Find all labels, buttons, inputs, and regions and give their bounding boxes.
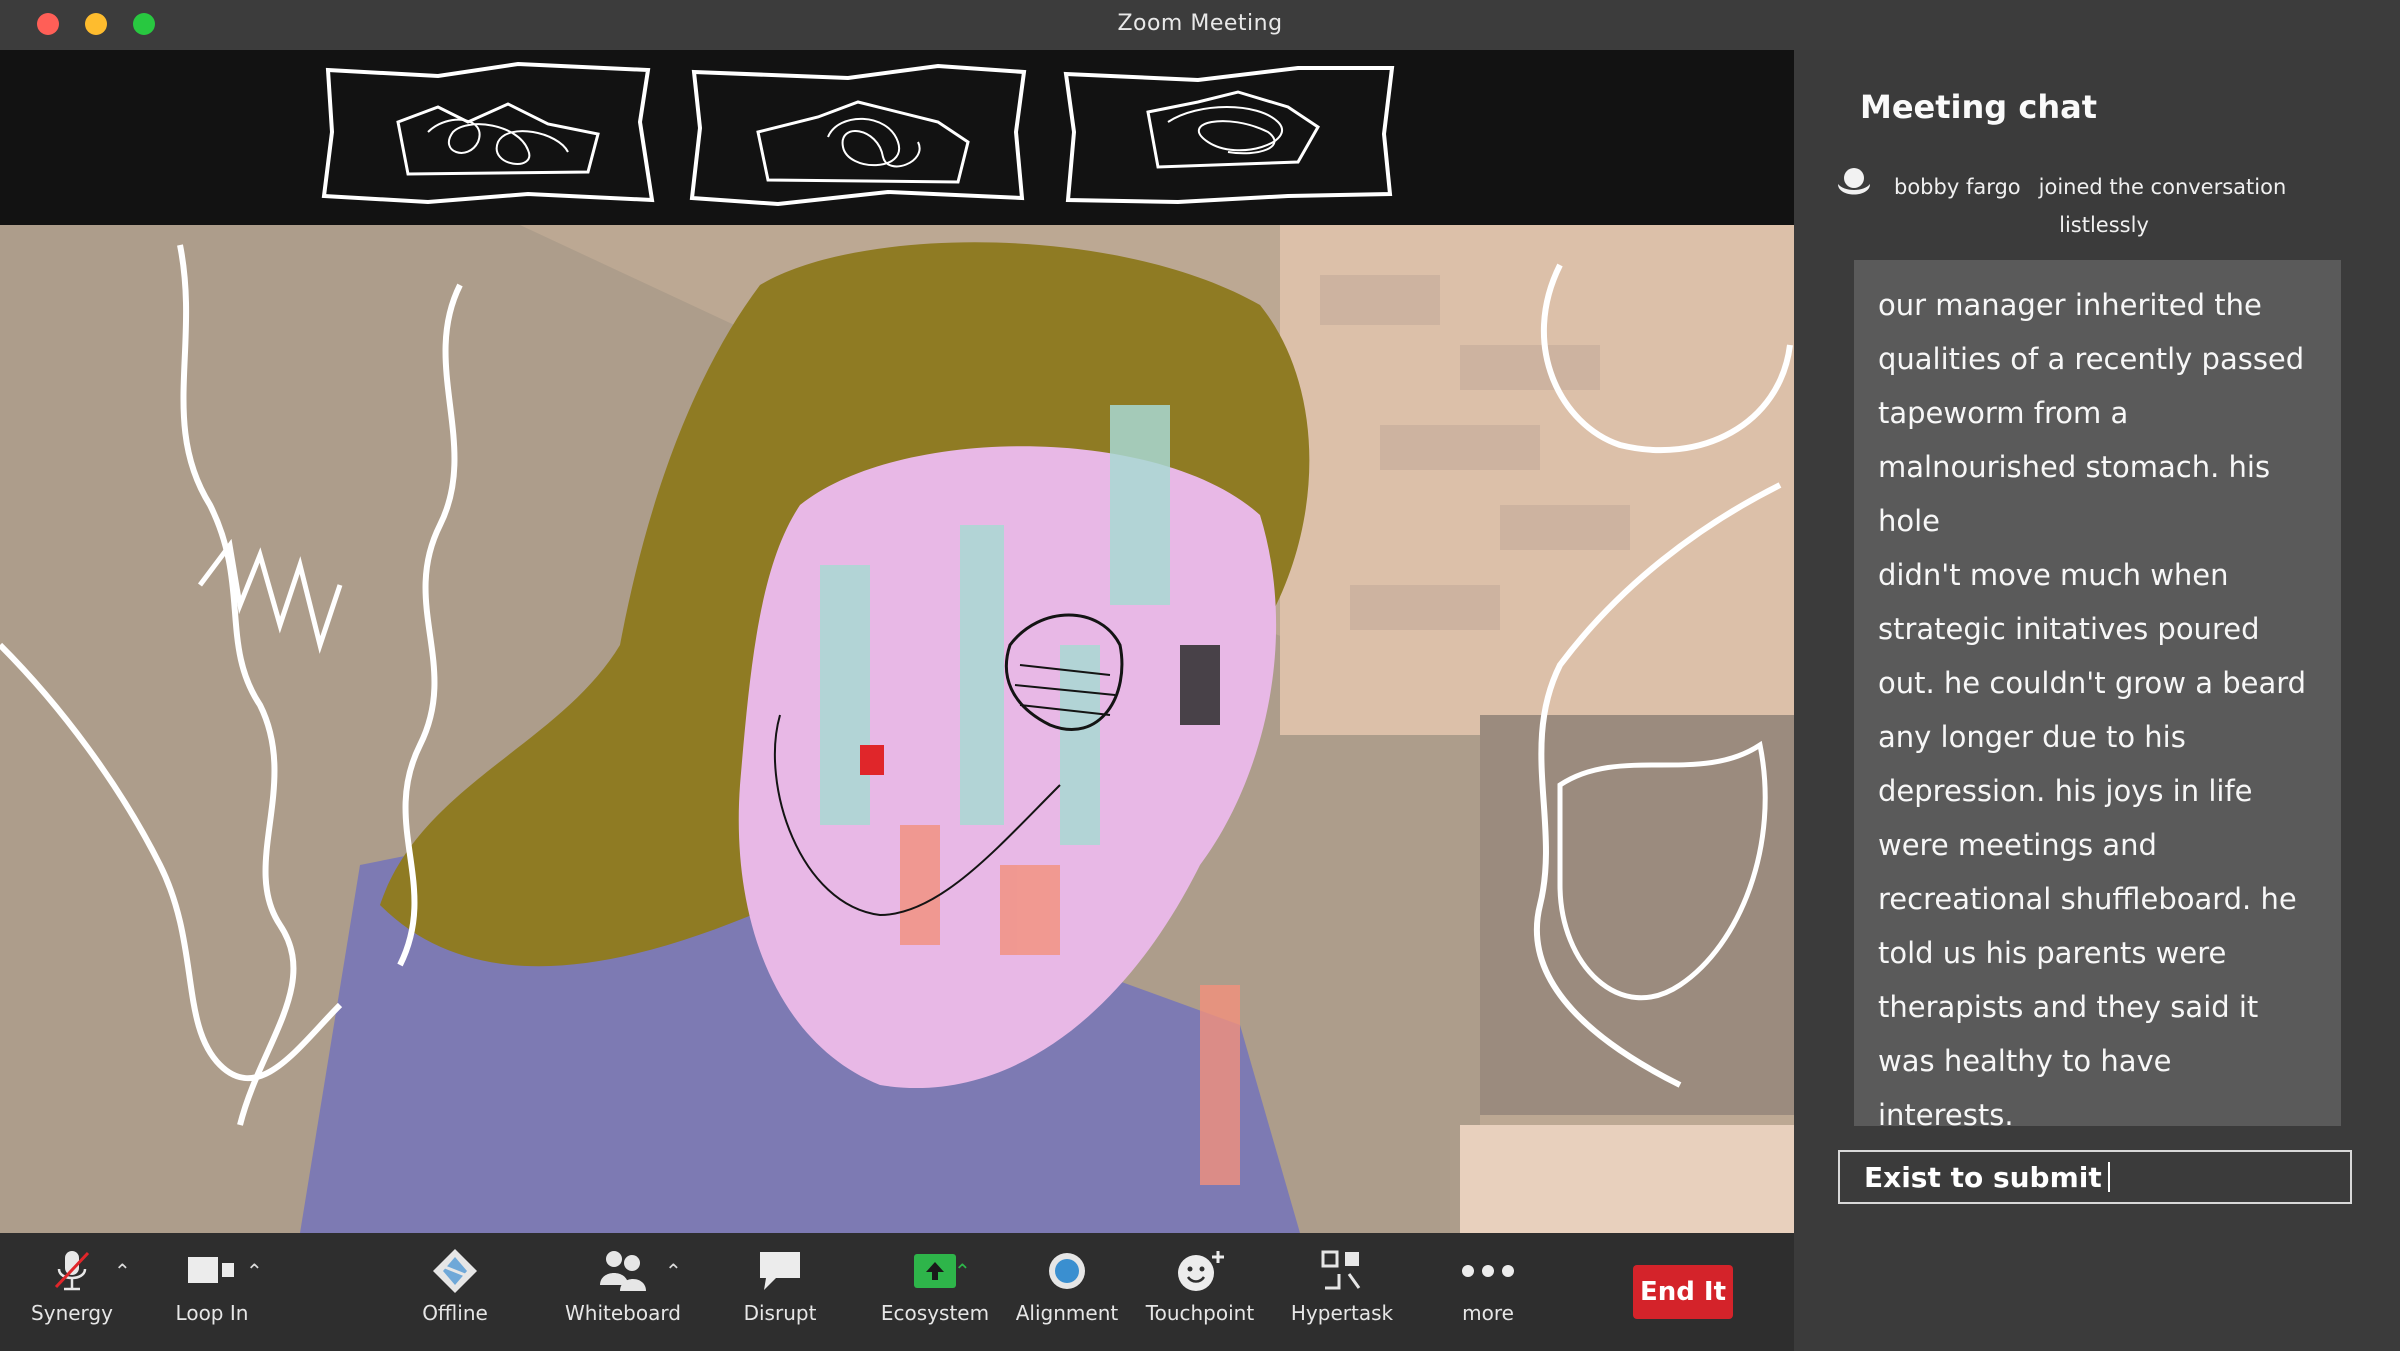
- diamond-icon: [433, 1249, 477, 1293]
- touchpoint-button[interactable]: Touchpoint: [1135, 1247, 1265, 1325]
- offline-label: Offline: [422, 1301, 488, 1325]
- alignment-label: Alignment: [1015, 1301, 1119, 1325]
- loop-in-options-caret[interactable]: ⌃: [246, 1259, 263, 1283]
- meeting-toolbar: Synergy ⌃ Loop In ⌃ Offline Whiteboard ⌃…: [0, 1233, 1794, 1351]
- end-meeting-button[interactable]: End It: [1633, 1265, 1733, 1319]
- loop-in-label: Loop In: [175, 1301, 249, 1325]
- apps-icon: [1321, 1250, 1361, 1290]
- message-line: therapists and they said it: [1878, 990, 2259, 1024]
- message-line: told us his parents were: [1878, 936, 2227, 970]
- participant-thumbnail[interactable]: [318, 62, 658, 207]
- message-line: our manager inherited the: [1878, 288, 2262, 322]
- window-title: Zoom Meeting: [1117, 11, 1283, 36]
- chat-message: our manager inherited the qualities of a…: [1854, 260, 2341, 1132]
- message-line: malnourished stomach. his hole: [1878, 450, 2271, 538]
- message-line: didn't move much when: [1878, 558, 2229, 592]
- ecosystem-label: Ecosystem: [880, 1301, 990, 1325]
- message-line: were meetings and: [1878, 828, 2157, 862]
- user-avatar-icon: [1838, 168, 1870, 195]
- title-bar: Zoom Meeting: [0, 0, 2400, 50]
- chat-input-value: Exist to submit: [1864, 1160, 2102, 1194]
- scribble-avatar-icon: [1063, 66, 1395, 205]
- message-line: any longer due to his: [1878, 720, 2186, 754]
- message-line: tapeworm from a: [1878, 396, 2129, 430]
- join-manner: listlessly: [2059, 213, 2149, 237]
- more-button[interactable]: more: [1423, 1247, 1553, 1325]
- message-line: strategic initatives poured: [1878, 612, 2260, 646]
- join-action: joined the conversation: [2038, 175, 2287, 199]
- text-cursor: [2107, 1162, 2110, 1192]
- share-screen-icon: [914, 1254, 956, 1288]
- synergy-label: Synergy: [31, 1301, 113, 1325]
- painted-participant-video: [0, 225, 1794, 1233]
- main-video[interactable]: [0, 225, 1794, 1233]
- chat-bubble-icon: [760, 1252, 800, 1290]
- whiteboard-label: Whiteboard: [565, 1301, 681, 1325]
- message-line: depression. his joys in life: [1878, 774, 2253, 808]
- scribble-avatar-icon: [689, 63, 1027, 207]
- message-line: recreational shuffleboard. he: [1878, 882, 2297, 916]
- message-line: qualities of a recently passed: [1878, 342, 2305, 376]
- message-line: out. he couldn't grow a beard: [1878, 666, 2307, 700]
- alignment-button[interactable]: Alignment: [1002, 1247, 1132, 1325]
- disrupt-label: Disrupt: [743, 1301, 817, 1325]
- whiteboard-options-caret[interactable]: ⌃: [665, 1259, 682, 1283]
- disrupt-button[interactable]: Disrupt: [715, 1247, 845, 1325]
- join-notice: bobby fargo joined the conversation listl…: [1894, 168, 2374, 244]
- hypertask-label: Hypertask: [1290, 1301, 1394, 1325]
- ecosystem-button[interactable]: Ecosystem: [870, 1247, 1000, 1325]
- message-line: interests.: [1878, 1098, 2014, 1132]
- message-line: was healthy to have: [1878, 1044, 2172, 1078]
- chat-panel: Meeting chat bobby fargo joined the conve…: [1794, 50, 2400, 1351]
- microphone-muted-icon: [54, 1251, 90, 1291]
- offline-button[interactable]: Offline: [390, 1247, 520, 1325]
- record-icon: [1049, 1253, 1085, 1289]
- video-camera-icon: [188, 1257, 234, 1283]
- touchpoint-label: Touchpoint: [1145, 1301, 1255, 1325]
- synergy-options-caret[interactable]: ⌃: [114, 1259, 131, 1283]
- chat-title: Meeting chat: [1860, 88, 2097, 126]
- participant-thumbnail[interactable]: [1058, 62, 1398, 207]
- more-label: more: [1462, 1301, 1514, 1325]
- hypertask-button[interactable]: Hypertask: [1277, 1247, 1407, 1325]
- ecosystem-options-caret[interactable]: ⌃: [954, 1259, 971, 1283]
- participant-thumbnail[interactable]: [688, 62, 1028, 207]
- join-user: bobby fargo: [1894, 175, 2021, 199]
- chat-input[interactable]: Exist to submit: [1838, 1150, 2352, 1204]
- reactions-icon: [1178, 1251, 1224, 1291]
- more-dots-icon: [1462, 1265, 1514, 1277]
- scribble-avatar-icon: [321, 62, 655, 205]
- participant-strip: [0, 50, 1794, 225]
- participants-icon: [600, 1251, 646, 1291]
